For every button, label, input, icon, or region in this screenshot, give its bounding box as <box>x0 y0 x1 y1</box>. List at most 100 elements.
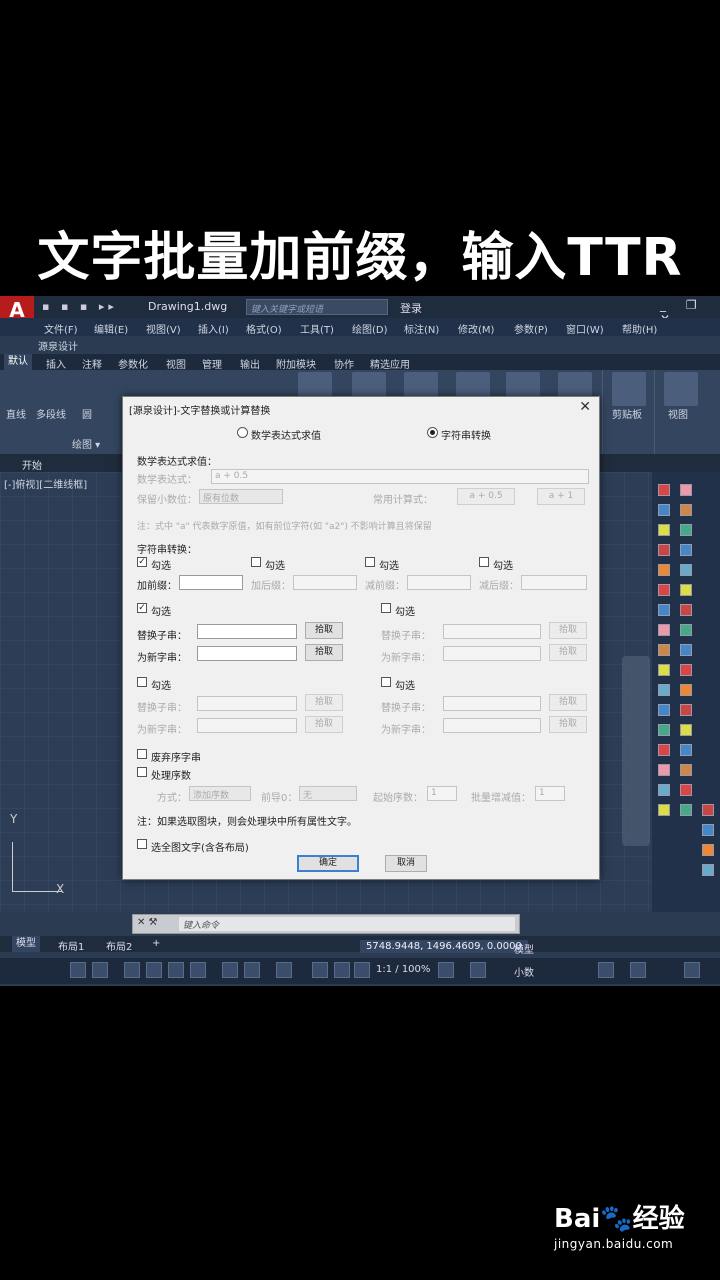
tab-layout1[interactable]: 布局1 <box>58 938 84 953</box>
gear-icon[interactable] <box>438 962 454 978</box>
navigation-bar[interactable] <box>622 656 650 846</box>
expr-input[interactable]: a + 0.5 <box>211 469 589 484</box>
keep-decimal-select[interactable]: 原有位数 <box>199 489 283 504</box>
replace2-new-input[interactable] <box>443 646 541 661</box>
login-link[interactable]: 登录 <box>400 300 422 316</box>
command-input[interactable]: 键入命令 <box>179 917 515 931</box>
workspace-icon[interactable] <box>598 962 614 978</box>
method-select[interactable]: 添加序数 <box>189 786 251 801</box>
units-readout[interactable]: 小数 <box>514 964 534 979</box>
scale-readout[interactable]: 1:1 / 100% <box>376 964 430 975</box>
auto-scale-icon[interactable] <box>354 962 370 978</box>
leading-zero-select[interactable]: 无 <box>299 786 357 801</box>
replace3-checkbox[interactable] <box>137 677 147 687</box>
step-input[interactable]: 1 <box>535 786 565 801</box>
pick-button[interactable]: 拾取 <box>549 716 587 733</box>
add-layout-button[interactable]: + <box>152 938 160 949</box>
dynamic-input-icon[interactable] <box>70 962 86 978</box>
tab-layout2[interactable]: 布局2 <box>106 938 132 953</box>
replace3-old-input[interactable] <box>197 696 297 711</box>
replace1-checkbox[interactable]: ✓ <box>137 603 147 613</box>
ribbon-tab[interactable]: 插入 <box>46 356 66 371</box>
selection-cycle-icon[interactable] <box>276 962 292 978</box>
menu-item[interactable]: 标注(N) <box>404 321 439 336</box>
pick-button[interactable]: 拾取 <box>305 644 343 661</box>
cancel-button[interactable]: 取消 <box>385 855 427 872</box>
pick-button[interactable]: 拾取 <box>549 622 587 639</box>
ribbon-tab-default[interactable]: 默认 <box>4 354 32 370</box>
ribbon-tab[interactable]: 参数化 <box>118 356 148 371</box>
start-input[interactable]: 1 <box>427 786 457 801</box>
replace1-new-input[interactable] <box>197 646 297 661</box>
mode-math-label[interactable]: 数学表达式求值 <box>251 427 321 442</box>
fullscreen-icon[interactable] <box>684 962 700 978</box>
menu-item[interactable]: 文件(F) <box>44 321 78 336</box>
mode-string-label[interactable]: 字符串转换 <box>441 427 491 442</box>
menu-item[interactable]: 帮助(H) <box>622 321 657 336</box>
mode-string-radio[interactable] <box>427 427 438 438</box>
formula-button-add-half[interactable]: a + 0.5 <box>457 488 515 505</box>
close-icon[interactable]: ✕ <box>579 399 591 415</box>
otrack-icon[interactable] <box>222 962 238 978</box>
ribbon-tab[interactable]: 管理 <box>202 356 222 371</box>
isolate-icon[interactable] <box>630 962 646 978</box>
menu-item[interactable]: 绘图(D) <box>352 321 388 336</box>
pick-button[interactable]: 拾取 <box>305 694 343 711</box>
menu-item[interactable]: 工具(T) <box>300 321 334 336</box>
annotation-visibility-icon[interactable] <box>334 962 350 978</box>
menu-item[interactable]: 窗口(W) <box>566 321 604 336</box>
menu-item[interactable]: 格式(O) <box>246 321 282 336</box>
ortho-icon[interactable] <box>146 962 162 978</box>
circle-tool-label[interactable]: 圆 <box>82 406 92 421</box>
polar-icon[interactable] <box>168 962 184 978</box>
del-suffix-checkbox[interactable] <box>479 557 489 567</box>
grid-icon[interactable] <box>92 962 108 978</box>
pick-button[interactable]: 拾取 <box>305 716 343 733</box>
menu-item[interactable]: 参数(P) <box>514 321 548 336</box>
ok-button[interactable]: 确定 <box>297 855 359 872</box>
tool-palette[interactable] <box>652 472 720 912</box>
paste-tool-icon[interactable] <box>612 372 646 406</box>
command-close-icon[interactable]: ✕ ⚒ <box>137 917 158 928</box>
replace4-checkbox[interactable] <box>381 677 391 687</box>
del-prefix-input[interactable] <box>407 575 471 590</box>
pick-button[interactable]: 拾取 <box>549 644 587 661</box>
menu-item[interactable]: 编辑(E) <box>94 321 128 336</box>
discard-checkbox[interactable] <box>137 749 147 759</box>
prefix-input[interactable] <box>179 575 243 590</box>
suffix-checkbox[interactable] <box>251 557 261 567</box>
replace2-old-input[interactable] <box>443 624 541 639</box>
replace2-checkbox[interactable] <box>381 603 391 613</box>
quick-access-toolbar[interactable]: ▪ ▪ ▪ ▸▸ <box>42 300 118 313</box>
menu-item[interactable]: 修改(M) <box>458 321 494 336</box>
menu-item[interactable]: 视图(V) <box>146 321 181 336</box>
menu-item[interactable]: 插入(I) <box>198 321 229 336</box>
select-all-checkbox[interactable] <box>137 839 147 849</box>
replace1-old-input[interactable] <box>197 624 297 639</box>
mode-math-radio[interactable] <box>237 427 248 438</box>
ribbon-tab[interactable]: 输出 <box>240 356 260 371</box>
del-prefix-checkbox[interactable] <box>365 557 375 567</box>
replace4-new-input[interactable] <box>443 718 541 733</box>
plus-icon[interactable] <box>470 962 486 978</box>
replace3-new-input[interactable] <box>197 718 297 733</box>
replace4-old-input[interactable] <box>443 696 541 711</box>
view-controls-label[interactable]: [-]俯视][二维线框] <box>4 476 87 491</box>
ribbon-tab[interactable]: 注释 <box>82 356 102 371</box>
plugin-menu[interactable]: 源泉设计 <box>38 338 78 353</box>
ribbon-tab[interactable]: 协作 <box>334 356 354 371</box>
start-tab[interactable]: 开始 <box>22 457 42 472</box>
draw-panel-label[interactable]: 绘图 ▾ <box>72 436 100 451</box>
select-all-label[interactable]: 选全图文字(含各布局) <box>151 839 249 854</box>
pick-button[interactable]: 拾取 <box>305 622 343 639</box>
polyline-tool-label[interactable]: 多段线 <box>36 406 66 421</box>
ribbon-tab[interactable]: 精选应用 <box>370 356 410 371</box>
ribbon-tab[interactable]: 视图 <box>166 356 186 371</box>
osnap-icon[interactable] <box>190 962 206 978</box>
annotation-icon[interactable] <box>312 962 328 978</box>
line-tool-label[interactable]: 直线 <box>6 406 26 421</box>
lineweight-icon[interactable] <box>244 962 260 978</box>
search-input[interactable]: 键入关键字或短语 <box>246 299 388 315</box>
suffix-input[interactable] <box>293 575 357 590</box>
del-suffix-input[interactable] <box>521 575 587 590</box>
